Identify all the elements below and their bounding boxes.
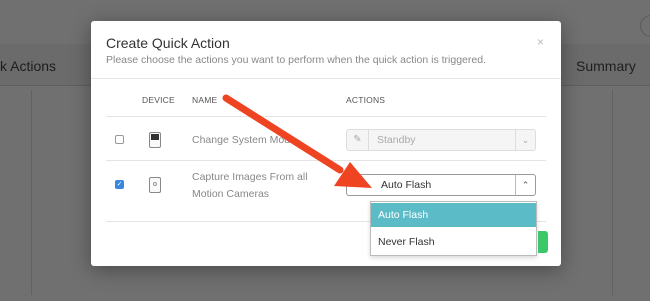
column-header-device: DEVICE xyxy=(142,95,175,105)
action-name: Change System Mode xyxy=(192,134,296,146)
flash-mode-select[interactable]: Auto Flash ⌃ xyxy=(346,174,536,196)
background-divider xyxy=(612,90,613,295)
action-name-line1: Capture Images From all xyxy=(192,171,308,183)
save-button[interactable] xyxy=(538,231,548,253)
column-header-name: NAME xyxy=(192,95,218,105)
hub-device-icon xyxy=(149,132,161,148)
modal-title: Create Quick Action xyxy=(106,35,230,51)
flash-mode-dropdown: Auto Flash Never Flash xyxy=(370,201,537,256)
row-divider xyxy=(106,160,546,161)
background-tab-summary: Summary xyxy=(576,58,636,74)
row-checkbox[interactable] xyxy=(115,135,124,144)
action-select-value: Standby xyxy=(377,134,416,146)
action-select-disabled[interactable]: ✎ Standby ⌄ xyxy=(346,129,536,151)
close-icon[interactable]: × xyxy=(537,35,544,49)
flash-mode-select-value: Auto Flash xyxy=(381,179,432,191)
chevron-up-icon[interactable]: ⌃ xyxy=(515,175,535,195)
dropdown-option-never-flash[interactable]: Never Flash xyxy=(371,230,536,254)
camera-device-icon xyxy=(149,177,161,193)
modal-header-divider xyxy=(91,78,561,79)
chevron-down-icon[interactable]: ⌄ xyxy=(515,130,535,150)
dropdown-option-auto-flash[interactable]: Auto Flash xyxy=(371,203,536,227)
edit-icon[interactable]: ✎ xyxy=(347,130,369,150)
action-name-line2: Motion Cameras xyxy=(192,188,270,200)
create-quick-action-modal: Create Quick Action Please choose the ac… xyxy=(91,21,561,266)
row-divider xyxy=(106,116,546,117)
background-divider xyxy=(31,90,32,295)
column-header-actions: ACTIONS xyxy=(346,95,386,105)
row-checkbox-checked[interactable]: ✓ xyxy=(115,180,124,189)
modal-subtitle: Please choose the actions you want to pe… xyxy=(106,54,486,66)
background-tab-quick-actions: k Actions xyxy=(0,58,57,74)
